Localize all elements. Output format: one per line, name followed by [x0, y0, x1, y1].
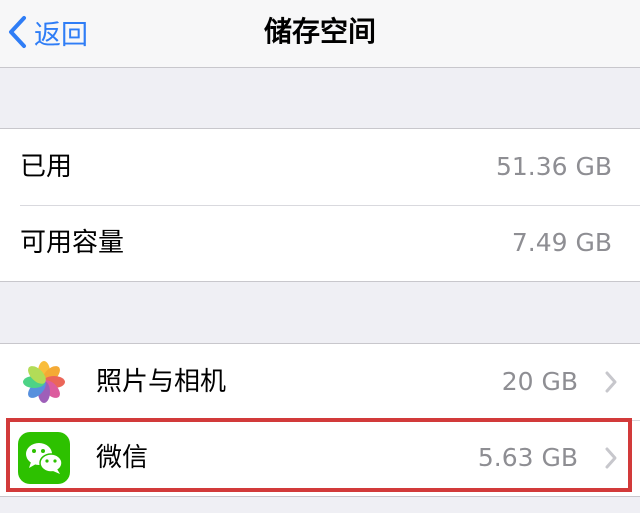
storage-row-available: 可用容量 7.49 GB — [0, 205, 640, 281]
chevron-right-icon — [605, 447, 617, 469]
nav-bar: 返回 储存空间 — [0, 0, 640, 68]
page-title: 储存空间 — [263, 15, 376, 48]
storage-value: 7.49 GB — [511, 228, 612, 257]
chevron-right-icon — [605, 371, 617, 393]
storage-label: 已用 — [20, 152, 73, 182]
storage-row-used: 已用 51.36 GB — [0, 129, 640, 205]
app-size: 20 GB — [501, 367, 578, 396]
app-storage-list: 照片与相机 20 GB 微信 5.63 GB — [0, 343, 640, 497]
app-name: 照片与相机 — [96, 367, 227, 397]
app-size: 5.63 GB — [477, 443, 578, 472]
wechat-icon — [18, 432, 70, 484]
storage-summary-section: 已用 51.36 GB 可用容量 7.49 GB — [0, 128, 640, 282]
storage-label: 可用容量 — [20, 228, 125, 258]
app-row-photos[interactable]: 照片与相机 20 GB — [0, 344, 640, 420]
app-name: 微信 — [96, 443, 149, 473]
photos-icon — [18, 356, 70, 408]
storage-value: 51.36 GB — [495, 152, 612, 181]
app-row-wechat[interactable]: 微信 5.63 GB — [0, 420, 640, 496]
